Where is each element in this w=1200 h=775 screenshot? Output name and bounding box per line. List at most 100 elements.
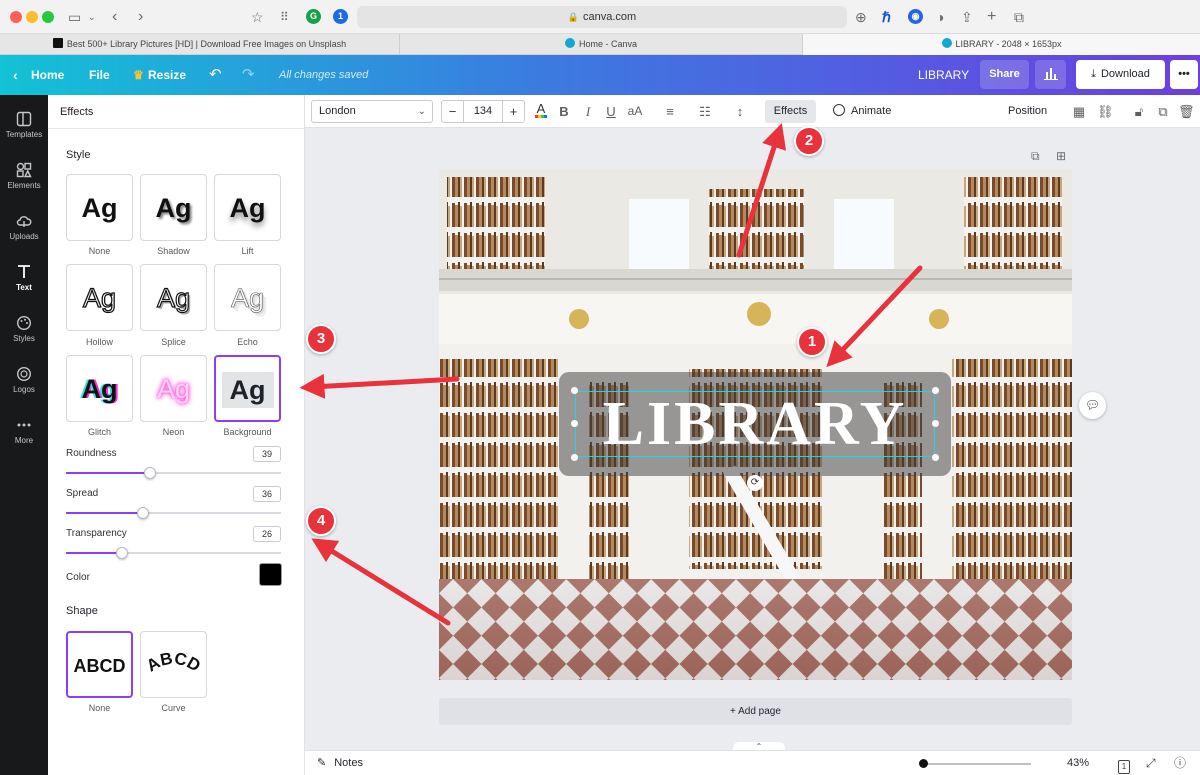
duplicate-icon[interactable]: ⧉	[1155, 101, 1171, 122]
effect-tile-splice[interactable]: Ag	[140, 264, 207, 331]
home-button[interactable]: Home	[31, 55, 64, 95]
sidebar-icon[interactable]: ▭	[68, 7, 81, 27]
tab-library-design[interactable]: LIBRARY - 2048 × 1653px	[803, 34, 1200, 55]
effect-tile-neon[interactable]: Ag	[140, 355, 207, 422]
text-color-button[interactable]: A	[533, 101, 549, 122]
align-center-icon[interactable]: ≡	[662, 101, 678, 122]
bold-icon[interactable]: B	[557, 101, 571, 122]
star-icon[interactable]: ☆	[251, 7, 264, 27]
list-icon[interactable]: ☷	[697, 101, 713, 122]
zoom-window-button[interactable]	[42, 11, 54, 23]
spread-slider-thumb[interactable]	[137, 507, 149, 519]
zoom-level[interactable]: 43%	[1067, 751, 1089, 775]
design-canvas[interactable]: LIBRARY ⟳	[439, 169, 1072, 680]
rail-item-templates[interactable]: Templates	[0, 101, 48, 147]
shape-tile-none[interactable]: ABCD	[66, 631, 133, 698]
selection-handle[interactable]	[570, 386, 579, 395]
trash-icon[interactable]: 🗑︎	[1178, 101, 1195, 122]
effect-tile-echo[interactable]: Ag	[214, 264, 281, 331]
rotate-icon[interactable]: ⟳	[747, 475, 763, 491]
tab-unsplash[interactable]: Best 500+ Library Pictures [HD] | Downlo…	[0, 34, 400, 55]
resize-button[interactable]: Resize	[148, 55, 186, 95]
effect-tile-lift[interactable]: Ag	[214, 174, 281, 241]
transparency-slider[interactable]	[66, 547, 281, 559]
zoom-slider-thumb[interactable]	[919, 759, 928, 768]
tab-canva-home[interactable]: Home - Canva	[400, 34, 803, 55]
extension-h-icon[interactable]: ℏ	[882, 7, 891, 27]
notes-button[interactable]: ✎ Notes	[317, 751, 363, 775]
font-size-input[interactable]: 134	[464, 101, 502, 122]
undo-icon[interactable]: ↶	[209, 55, 222, 95]
close-window-button[interactable]	[10, 11, 22, 23]
address-bar[interactable]: 🔒 canva.com	[357, 6, 847, 28]
effect-tile-hollow[interactable]: Ag	[66, 264, 133, 331]
italic-icon[interactable]: I	[581, 101, 595, 122]
new-tab-icon[interactable]: +	[987, 7, 996, 27]
file-menu-button[interactable]: File	[89, 55, 110, 95]
transparency-slider-thumb[interactable]	[116, 547, 128, 559]
selection-handle[interactable]	[570, 453, 579, 462]
selection-handle[interactable]	[931, 419, 940, 428]
download-button[interactable]: ⤓ Download	[1076, 60, 1165, 89]
spread-input[interactable]: 36	[253, 486, 281, 502]
password-manager-icon[interactable]: 1	[333, 9, 348, 24]
effect-tile-background[interactable]: Ag	[214, 355, 281, 422]
rail-item-elements[interactable]: Elements	[0, 152, 48, 198]
roundness-slider-thumb[interactable]	[144, 467, 156, 479]
effect-tile-shadow[interactable]: Ag	[140, 174, 207, 241]
spread-slider[interactable]	[66, 507, 281, 519]
extension-blue-icon[interactable]: ◉	[908, 9, 923, 24]
forward-icon[interactable]: ›	[138, 7, 143, 27]
shape-tile-curve[interactable]: ABCD	[140, 631, 207, 698]
add-page-icon[interactable]: ⊞	[1056, 149, 1066, 163]
redo-icon[interactable]: ↷	[242, 55, 255, 95]
grid-icon[interactable]: ⠿	[280, 7, 289, 27]
tab-overview-icon[interactable]: ⧉	[1014, 7, 1024, 27]
selection-handle[interactable]	[931, 453, 940, 462]
library-text-element[interactable]: LIBRARY	[575, 391, 935, 457]
position-button[interactable]: Position	[1008, 100, 1047, 123]
selection-handle[interactable]	[570, 419, 579, 428]
share-icon[interactable]: ⇪	[961, 7, 973, 27]
underline-icon[interactable]: U	[604, 101, 618, 122]
zoom-slider[interactable]	[925, 763, 1031, 765]
add-comment-button[interactable]: 💬︎	[1079, 392, 1106, 419]
help-icon[interactable]: ⓘ	[1174, 751, 1186, 775]
lock-icon[interactable]: 🔓︎	[1131, 101, 1147, 122]
minimize-window-button[interactable]	[26, 11, 38, 23]
shield-icon[interactable]: ◑	[936, 7, 944, 27]
transparency-input[interactable]: 26	[253, 526, 281, 542]
duplicate-page-icon[interactable]: ⧉	[1031, 149, 1040, 164]
color-swatch[interactable]	[259, 563, 282, 586]
fullscreen-icon[interactable]: ⤢	[1146, 751, 1156, 775]
letter-case-icon[interactable]: aA	[626, 101, 644, 122]
rail-item-more[interactable]: More	[0, 407, 48, 453]
page-count-button[interactable]: 1	[1118, 751, 1130, 775]
download-circle-icon[interactable]: ⊕	[855, 7, 867, 27]
add-page-button[interactable]: + Add page	[439, 698, 1072, 725]
transparency-icon[interactable]: ▦	[1071, 101, 1087, 122]
chevron-down-icon[interactable]: ⌄	[88, 7, 96, 27]
increase-font-size-button[interactable]: +	[502, 101, 524, 122]
back-icon[interactable]: ‹	[112, 7, 117, 27]
rail-item-styles[interactable]: Styles	[0, 305, 48, 351]
insights-button[interactable]	[1035, 60, 1066, 89]
selection-handle[interactable]	[931, 386, 940, 395]
rail-item-logos[interactable]: Logos	[0, 356, 48, 402]
effect-tile-none[interactable]: Ag	[66, 174, 133, 241]
share-button[interactable]: Share	[980, 60, 1029, 89]
effect-tile-glitch[interactable]: Ag	[66, 355, 133, 422]
design-title[interactable]: LIBRARY	[918, 55, 969, 95]
effects-button[interactable]: Effects	[765, 100, 816, 123]
animate-button[interactable]: Animate	[833, 100, 903, 123]
spacing-icon[interactable]: ↕	[732, 101, 748, 122]
chevron-left-icon[interactable]: ‹	[13, 55, 18, 95]
rail-item-uploads[interactable]: Uploads	[0, 203, 48, 249]
roundness-input[interactable]: 39	[253, 446, 281, 462]
grammarly-icon[interactable]: G	[306, 9, 321, 24]
link-icon[interactable]: ⛓	[1097, 101, 1114, 122]
font-family-select[interactable]: London ⌄	[311, 100, 433, 123]
decrease-font-size-button[interactable]: −	[442, 101, 464, 122]
rail-item-text[interactable]: Text	[0, 254, 48, 300]
roundness-slider[interactable]	[66, 467, 281, 479]
